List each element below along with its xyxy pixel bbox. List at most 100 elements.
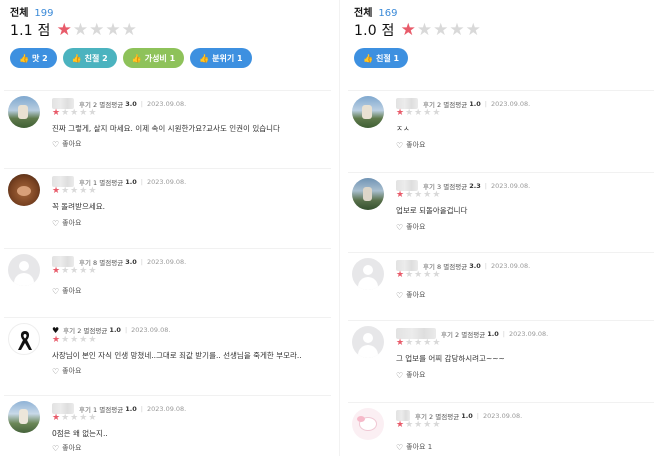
avg-label: 별점평균 — [435, 412, 460, 421]
review-date: 2023.09.08. — [146, 99, 187, 108]
star-icon: ★ — [88, 108, 97, 118]
star-icon: ★ — [79, 413, 88, 423]
chip-label: 분위기 1 — [212, 53, 243, 63]
like-button[interactable]: ♡ 좋아요 — [396, 140, 426, 150]
thumbs-up-icon: 👍 — [131, 53, 142, 63]
star-icon: ★ — [423, 108, 432, 118]
avatar[interactable] — [8, 401, 40, 433]
avg-label: 별점평균 — [83, 327, 108, 335]
review-count-label: 후기 8 — [79, 258, 98, 267]
review-rating-stars: ★ ★ ★ ★ ★ — [396, 191, 441, 200]
review-count-label: 후기 2 — [423, 100, 442, 109]
review-text: 업보로 되돌아올겁니다 — [396, 206, 468, 215]
avatar[interactable] — [352, 408, 384, 440]
avg-rating: 1.0 — [109, 326, 121, 334]
filter-chip-atmosphere[interactable]: 👍 분위기 1 — [190, 48, 252, 68]
star-icon: ★ — [423, 190, 432, 200]
review-text: 꼭 돌려받으세요. — [52, 202, 106, 211]
star-icon: ★ — [61, 413, 70, 423]
divider — [4, 395, 331, 396]
like-button[interactable]: ♡ 좋아요 — [52, 443, 82, 453]
like-button[interactable]: ♡ 좋아요 1 — [396, 442, 432, 452]
star-icon: ★ — [405, 338, 414, 348]
star-icon: ★ — [405, 108, 414, 118]
star-icon: ★ — [70, 266, 79, 276]
review-rating-stars: ★ ★ ★ ★ ★ — [52, 336, 97, 345]
avatar[interactable] — [352, 326, 384, 358]
heart-icon: ♡ — [396, 370, 404, 380]
review-header: 전체 169 — [354, 4, 398, 19]
like-label: 좋아요 — [62, 140, 82, 148]
heart-icon: ♡ — [52, 286, 60, 296]
chip-label: 친절 1 — [375, 53, 400, 63]
avatar[interactable] — [8, 254, 40, 286]
review-count-label: 후기 2 — [441, 330, 460, 339]
like-button[interactable]: ♡ 좋아요 — [396, 370, 426, 380]
review-count: 169 — [378, 8, 398, 19]
star-icon: ★ — [432, 190, 441, 200]
like-button[interactable]: ♡ 좋아요 — [52, 286, 82, 296]
star-icon: ★ — [88, 335, 97, 345]
like-button[interactable]: ♡ 좋아요 — [396, 222, 426, 232]
avg-label: 별점평균 — [443, 100, 468, 109]
avg-rating: 1.0 — [469, 99, 481, 108]
review-date: 2023.09.08. — [146, 404, 187, 413]
star-icon: ★ — [89, 19, 105, 40]
like-label: 좋아요 — [62, 287, 82, 295]
star-icon: ★ — [423, 270, 432, 280]
filter-chip-kindness[interactable]: 👍 친절 2 — [62, 48, 117, 68]
star-icon: ★ — [396, 108, 405, 118]
avg-label: 별점평균 — [443, 182, 468, 191]
review-count-label: 후기 3 — [423, 182, 442, 191]
thumbs-up-icon: 👍 — [363, 53, 373, 63]
star-icon: ★ — [70, 108, 79, 118]
review-text: 0점은 왜 없는지.. — [52, 429, 108, 438]
star-icon: ★ — [61, 266, 70, 276]
avatar[interactable] — [352, 258, 384, 290]
like-button[interactable]: ♡ 좋아요 — [52, 218, 82, 228]
filter-chip-kindness[interactable]: 👍 친절 1 — [354, 48, 409, 68]
like-button[interactable]: ♡ 좋아요 — [52, 139, 82, 149]
star-icon: ★ — [432, 420, 441, 430]
header-title: 전체 — [354, 8, 373, 19]
review-date: 2023.09.08. — [490, 261, 531, 270]
star-icon: ★ — [72, 19, 89, 40]
keyword-filter-chips: 👍 맛 2 👍 친절 2 👍 가성비 1 👍 분위기 1 — [10, 48, 252, 68]
filter-chip-value[interactable]: 👍 가성비 1 — [122, 48, 185, 68]
review-date: 2023.09.08. — [146, 257, 187, 266]
avatar[interactable] — [352, 96, 384, 128]
divider — [348, 320, 654, 321]
avatar[interactable] — [8, 174, 40, 206]
divider — [348, 252, 654, 253]
review-date: 2023.09.08. — [490, 99, 531, 108]
filter-chip-taste[interactable]: 👍 맛 2 — [10, 48, 57, 68]
review-header: 전체 199 — [10, 4, 54, 19]
review-count-label: 후기 2 — [63, 327, 82, 335]
star-icon: ★ — [88, 266, 97, 276]
review-date: 2023.09.08. — [490, 181, 531, 190]
star-icon: ★ — [61, 108, 70, 118]
star-icon: ★ — [396, 338, 405, 348]
avatar[interactable] — [352, 178, 384, 210]
avatar[interactable] — [8, 323, 40, 355]
review-text: 사장님이 본인 자식 인생 망쳤네..그대로 죄값 받기를.. 선생님을 죽게한… — [52, 351, 302, 360]
star-icon: ★ — [416, 19, 433, 40]
avg-rating: 1.0 — [125, 177, 137, 186]
like-button[interactable]: ♡ 좋아요 — [396, 290, 426, 300]
heart-icon: ♡ — [52, 139, 60, 149]
heart-icon: ♡ — [396, 442, 404, 452]
star-icon: ★ — [423, 338, 432, 348]
divider — [348, 172, 654, 173]
review-text: ㅈㅅ — [396, 124, 410, 133]
star-icon: ★ — [79, 335, 88, 345]
star-icon: ★ — [405, 420, 414, 430]
avatar[interactable] — [8, 96, 40, 128]
star-icon: ★ — [70, 413, 79, 423]
star-icon: ★ — [56, 19, 72, 40]
like-label: 좋아요 1 — [406, 443, 433, 451]
avg-rating: 1.0 — [487, 329, 499, 338]
star-icon: ★ — [432, 270, 441, 280]
review-date: 2023.09.08. — [131, 326, 171, 334]
star-icon: ★ — [405, 190, 414, 200]
like-button[interactable]: ♡ 좋아요 — [52, 366, 82, 376]
